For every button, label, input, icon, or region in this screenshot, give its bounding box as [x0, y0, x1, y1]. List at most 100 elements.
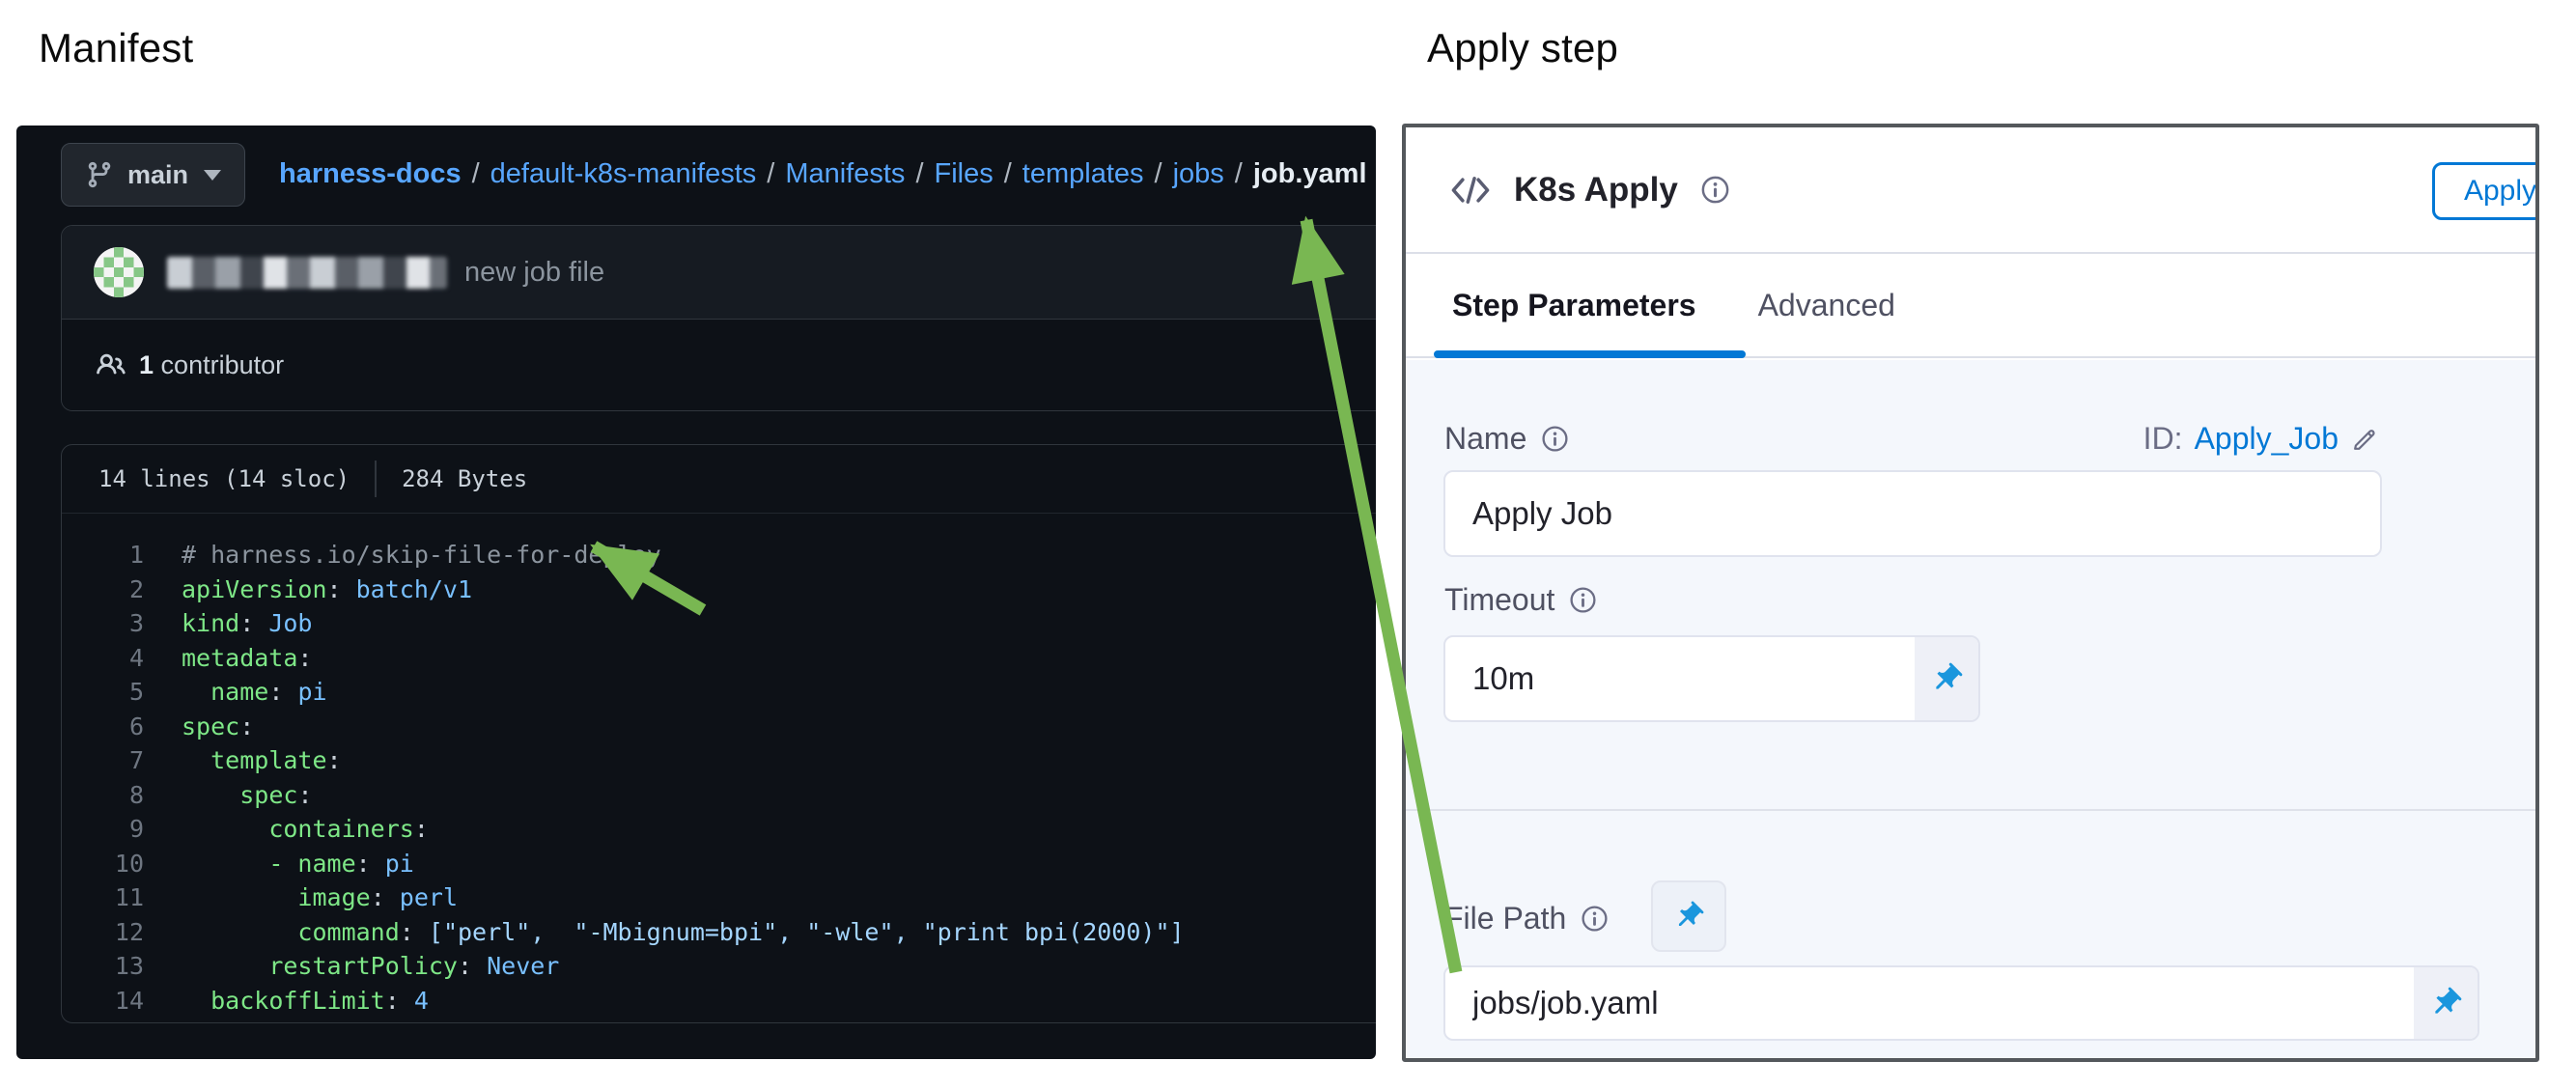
line-number-6[interactable]: 6: [62, 710, 144, 744]
filepath-input-wrap: [1443, 965, 2479, 1041]
code-line-8: 8 spec:: [62, 778, 1376, 813]
code-segment-value: pi: [385, 850, 414, 878]
line-number-8[interactable]: 8: [62, 778, 144, 813]
code-line-7: 7 template:: [62, 743, 1376, 778]
code-text: metadata:: [182, 641, 312, 676]
info-icon[interactable]: [1580, 904, 1610, 934]
code-line-5: 5 name: pi: [62, 675, 1376, 710]
line-number-4[interactable]: 4: [62, 641, 144, 676]
filepath-type-selector-button[interactable]: [1651, 880, 1726, 952]
breadcrumb-separator: /: [472, 158, 480, 190]
code-segment-key: -: [268, 850, 297, 878]
code-segment-key: spec: [182, 712, 239, 740]
code-text: image: perl: [182, 880, 458, 915]
line-number-9[interactable]: 9: [62, 812, 144, 847]
code-segment-pun: :: [297, 781, 312, 809]
file-blob-box: 14 lines (14 sloc) 284 Bytes 1# harness.…: [61, 444, 1376, 1023]
breadcrumb-segment-harness-docs[interactable]: harness-docs: [279, 158, 462, 190]
code-segment-pun: [182, 781, 239, 809]
code-text: spec:: [182, 778, 313, 813]
breadcrumb-segment-Files[interactable]: Files: [935, 158, 994, 190]
code-segment-pun: [182, 746, 210, 774]
avatar[interactable]: [94, 247, 144, 297]
code-segment-key: containers: [268, 815, 414, 843]
code-segment-pun: [182, 678, 210, 706]
code-segment-value: pi: [297, 678, 326, 706]
code-segment-pun: :: [327, 746, 342, 774]
name-label: Name: [1444, 421, 1526, 457]
code-line-11: 11 image: perl: [62, 880, 1376, 915]
info-icon[interactable]: [1568, 585, 1598, 615]
apply-button[interactable]: Apply: [2432, 162, 2539, 220]
breadcrumb-separator: /: [1004, 158, 1012, 190]
latest-commit-row: new job file: [62, 226, 1376, 320]
pin-icon: [1672, 900, 1705, 933]
breadcrumb-separator: /: [767, 158, 774, 190]
breadcrumb-segment-default-k8s-manifests[interactable]: default-k8s-manifests: [490, 158, 757, 190]
commit-box: new job file 1 contributor: [61, 225, 1376, 411]
info-icon[interactable]: [1699, 174, 1731, 206]
line-number-7[interactable]: 7: [62, 743, 144, 778]
k8s-apply-step-card: K8s Apply Apply Step ParametersAdvanced …: [1402, 124, 2539, 1062]
code-text: containers:: [182, 812, 429, 847]
step-tabs: Step Parameters Advanced: [1406, 254, 2535, 358]
breadcrumb-segment-templates[interactable]: templates: [1022, 158, 1144, 190]
tab-step-parameters[interactable]: Step Parameters: [1452, 288, 1696, 323]
line-number-12[interactable]: 12: [62, 915, 144, 950]
line-number-3[interactable]: 3: [62, 606, 144, 641]
code-segment-key: template: [210, 746, 326, 774]
name-input[interactable]: [1443, 470, 2382, 557]
code-line-14: 14 backoffLimit: 4: [62, 984, 1376, 1019]
breadcrumb-segment-job.yaml: job.yaml: [1253, 158, 1367, 190]
code-segment-pun: :: [356, 850, 385, 878]
timeout-input-type-selector[interactable]: [1915, 637, 1978, 720]
code-segment-string: ["perl", "-Mbignum=bpi", "-wle", "print …: [429, 918, 1185, 946]
tab-advanced[interactable]: Advanced: [1758, 288, 1895, 323]
code-segment-pun: :: [239, 609, 268, 637]
timeout-input[interactable]: [1443, 635, 1980, 722]
breadcrumb-segment-jobs[interactable]: jobs: [1173, 158, 1224, 190]
breadcrumb-segment-Manifests[interactable]: Manifests: [785, 158, 905, 190]
code-listing: 1 # harness.io/skip-file-for-deploy2apiVe…: [62, 514, 1376, 1018]
pin-icon: [2428, 986, 2463, 1020]
step-header: K8s Apply Apply: [1406, 127, 2535, 254]
code-segment-key: spec: [239, 781, 297, 809]
info-icon[interactable]: [1540, 424, 1570, 454]
line-number-14[interactable]: 14: [62, 984, 144, 1019]
filepath-input[interactable]: [1443, 965, 2479, 1041]
code-line-9: 9 containers:: [62, 812, 1376, 847]
code-text: spec:: [182, 710, 254, 744]
step-parameters-panel: Name ID: Apply_Job Timeout: [1406, 360, 2535, 1058]
code-line-2: 2apiVersion: batch/v1: [62, 572, 1376, 607]
line-number-11[interactable]: 11: [62, 880, 144, 915]
contributors-row[interactable]: 1 contributor: [62, 320, 1376, 410]
line-number-1[interactable]: 1: [62, 538, 144, 572]
code-segment-pun: [182, 850, 268, 878]
branch-selector-button[interactable]: main: [61, 143, 245, 207]
code-segment-key: restartPolicy: [268, 952, 458, 980]
code-segment-pun: :: [327, 575, 356, 603]
line-number-5[interactable]: 5: [62, 675, 144, 710]
line-number-13[interactable]: 13: [62, 949, 144, 984]
name-input-wrap: [1443, 470, 2382, 557]
code-text: # harness.io/skip-file-for-deploy: [182, 538, 661, 572]
code-text: template:: [182, 743, 342, 778]
filepath-input-type-selector[interactable]: [2414, 967, 2478, 1039]
git-branch-icon: [85, 160, 114, 189]
commit-author-redacted[interactable]: [167, 257, 447, 289]
active-tab-underline: [1434, 350, 1746, 358]
breadcrumb: harness-docs / default-k8s-manifests / Manif…: [279, 126, 1367, 222]
line-number-2[interactable]: 2: [62, 572, 144, 607]
timeout-input-wrap: [1443, 635, 1980, 722]
code-segment-pun: [182, 952, 268, 980]
step-title: K8s Apply: [1514, 171, 1678, 209]
pencil-icon[interactable]: [2350, 424, 2380, 454]
contributor-label: contributor: [161, 350, 285, 379]
code-text: backoffLimit: 4: [182, 984, 429, 1019]
id-value-link[interactable]: Apply_Job: [2195, 421, 2338, 457]
code-segment-key: backoffLimit: [210, 987, 385, 1015]
meta-divider: [375, 461, 377, 497]
code-segment-pun: :: [371, 883, 400, 911]
code-text: command: ["perl", "-Mbignum=bpi", "-wle"…: [182, 915, 1185, 950]
line-number-10[interactable]: 10: [62, 847, 144, 881]
